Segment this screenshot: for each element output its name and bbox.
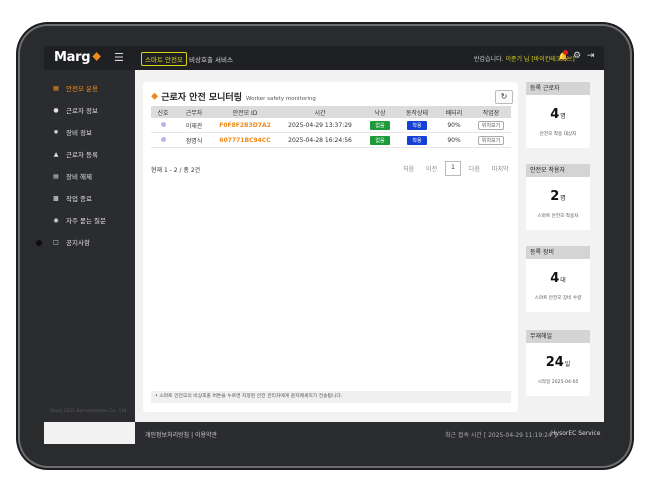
- page-last-button[interactable]: 마지막: [488, 161, 513, 176]
- page-subtitle: Worker safety monitoring: [246, 96, 316, 102]
- card-value: 24일: [545, 355, 571, 370]
- worker-name: 정명식: [175, 132, 213, 148]
- gear-icon[interactable]: ⚙: [573, 51, 581, 61]
- copyright-text: Since 2025 Bernetweston Co., Ltd.: [50, 409, 128, 414]
- card-registered-workers: 등록 근로자 4명 안전모 착용 대상자: [526, 82, 590, 148]
- col-status: 동작상태: [397, 106, 437, 118]
- page-title: ⯁ 근로자 안전 모니터링 Worker safety monitoring: [151, 93, 316, 103]
- col-signal: 신호: [151, 106, 175, 118]
- sidebar-item-helmet-ops[interactable]: ▦ 안전모 운용: [52, 82, 98, 94]
- sidebar: ▦ 안전모 운용 ● 근로자 정보 ✸ 장비 정보 ▲ 근로자 등록 ▤ 장비 해제 ▩ 작…: [44, 70, 135, 422]
- worker-name: 이재관: [175, 118, 213, 133]
- menu-icon[interactable]: ☰: [114, 51, 124, 64]
- refresh-button[interactable]: ↻: [495, 90, 513, 104]
- logo-mark-icon: ⯁: [92, 51, 101, 64]
- chat-icon: ◉: [53, 216, 59, 224]
- footer-links[interactable]: 개인정보처리방침 | 이용약관: [145, 430, 217, 439]
- page-first-button[interactable]: 처음: [399, 161, 418, 176]
- worker-table: 신호 근무자 안전모 ID 시간 낙상 동작상태 배터리 작업장 이재관 F0F…: [151, 106, 511, 148]
- app-screen: Marg ⯁ ☰ 스마트 안전모 비상호출 서비스 반갑습니다. 이준기 님 [바…: [44, 46, 604, 444]
- table-row[interactable]: 정명식 607771BC94CC 2025-04-28 16:24:56 없음 …: [151, 132, 511, 148]
- user-icon: ●: [53, 106, 59, 114]
- card-desc: 스마트 안전모 장비 수량: [534, 296, 582, 301]
- col-battery: 배터리: [437, 106, 471, 118]
- top-bar: Marg ⯁ ☰ 스마트 안전모 비상호출 서비스 반갑습니다. 이준기 님 [바…: [44, 46, 604, 70]
- col-helmet-id: 안전모 ID: [213, 106, 277, 118]
- footer: 개인정보처리방침 | 이용약관 최근 접속 시간 [ 2025-04-29 11…: [135, 422, 604, 444]
- sidebar-item-notice[interactable]: □ 공지사항: [52, 236, 90, 248]
- timestamp: 2025-04-28 16:24:56: [277, 132, 363, 148]
- col-fall: 낙상: [363, 106, 397, 118]
- card-title: 안전모 착용자: [526, 164, 590, 177]
- view-location-button[interactable]: 위치보기: [477, 120, 505, 130]
- card-value: 4명: [550, 107, 566, 122]
- clipboard-icon: ▩: [53, 194, 59, 202]
- signal-dot: [160, 121, 166, 127]
- card-title: 등록 장비: [526, 246, 590, 259]
- sidebar-item-worker-info[interactable]: ● 근로자 정보: [52, 104, 98, 116]
- sidebar-item-equipment-release[interactable]: ▤ 장비 해제: [52, 170, 92, 182]
- page-next-button[interactable]: 다음: [465, 161, 484, 176]
- col-worker: 근무자: [175, 106, 213, 118]
- page-prev-button[interactable]: 이전: [422, 161, 441, 176]
- card-value: 2명: [550, 189, 566, 204]
- card-accident-free-days: 무재해일 24일 시작일 2025-04-05: [526, 330, 590, 396]
- card-desc: 안전모 착용 대상자: [539, 132, 577, 137]
- card-registered-equipment: 등록 장비 4대 스마트 안전모 장비 수량: [526, 246, 590, 312]
- settings-icon: ✸: [53, 128, 59, 136]
- monitoring-panel: ⯁ 근로자 안전 모니터링 Worker safety monitoring ↻ 신…: [143, 82, 518, 412]
- result-count: 현재 1 - 2 / 총 2건: [151, 167, 201, 174]
- status-badge: 착용: [407, 135, 427, 145]
- sidebar-item-faq[interactable]: ◉ 자주 묻는 질문: [52, 214, 106, 226]
- card-desc: 스마트 안전모 착용자: [537, 214, 579, 219]
- view-location-button[interactable]: 위치보기: [477, 135, 505, 145]
- fall-badge: 없음: [370, 135, 390, 145]
- notice-bar: • 스마트 안전모의 비상호출 버튼을 누르면 지정된 안전 관리자에게 문자메…: [151, 391, 511, 403]
- fall-badge: 없음: [370, 120, 390, 130]
- card-title: 등록 근로자: [526, 82, 590, 95]
- table-row[interactable]: 이재관 F0F8F2B3D7A2 2025-04-29 13:37:29 없음 …: [151, 118, 511, 133]
- sidebar-item-worker-register[interactable]: ▲ 근로자 등록: [52, 148, 98, 160]
- page-current-button[interactable]: 1: [445, 161, 461, 176]
- last-access-time: 최근 접속 시간 [ 2025-04-29 11:19:24 ]: [445, 432, 557, 439]
- service-name: HysorEC Service: [551, 430, 601, 437]
- logout-icon[interactable]: ⇥: [587, 51, 595, 61]
- table-header-row: 신호 근무자 안전모 ID 시간 낙상 동작상태 배터리 작업장: [151, 106, 511, 118]
- card-title: 무재해일: [526, 330, 590, 343]
- timestamp: 2025-04-29 13:37:29: [277, 118, 363, 133]
- app-logo[interactable]: Marg ⯁: [54, 50, 101, 65]
- sidebar-item-equipment-info[interactable]: ✸ 장비 정보: [52, 126, 92, 138]
- col-time: 시간: [277, 106, 363, 118]
- signal-dot: [160, 136, 166, 142]
- status-badge: 착용: [407, 120, 427, 130]
- card-icon: ▤: [53, 172, 59, 180]
- battery-level: 90%: [437, 118, 471, 133]
- notification-badge: [563, 50, 568, 55]
- card-desc: 시작일 2025-04-05: [537, 380, 579, 385]
- pagination: 처음 이전 1 다음 마지막: [399, 161, 513, 176]
- smart-helmet-tag: 스마트 안전모: [141, 52, 187, 66]
- sidebar-item-work-end[interactable]: ▩ 작업 종료: [52, 192, 92, 204]
- helmet-id[interactable]: 607771BC94CC: [213, 132, 277, 148]
- emergency-call-label: 비상호출 서비스: [189, 56, 233, 64]
- triangle-icon: ▲: [53, 150, 59, 158]
- grid-icon: ▦: [53, 84, 59, 92]
- col-site: 작업장: [471, 106, 511, 118]
- title-logo-icon: ⯁: [151, 93, 159, 103]
- battery-level: 90%: [437, 132, 471, 148]
- refresh-icon: ↻: [500, 92, 508, 101]
- card-value: 4대: [550, 271, 566, 286]
- square-icon: □: [53, 238, 59, 246]
- helmet-id[interactable]: F0F8F2B3D7A2: [213, 118, 277, 133]
- camera-icon: [36, 240, 42, 246]
- card-helmet-wearers: 안전모 착용자 2명 스마트 안전모 착용자: [526, 164, 590, 230]
